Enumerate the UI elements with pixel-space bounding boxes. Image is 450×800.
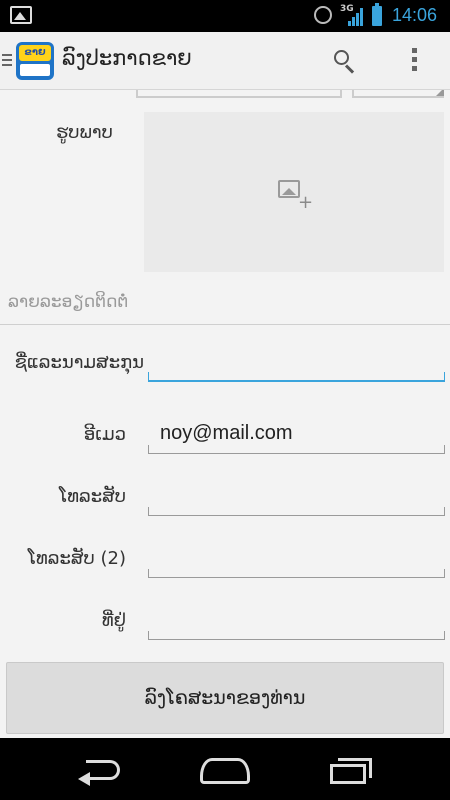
subcategory-spinner[interactable] (352, 90, 444, 98)
navigation-bar (0, 738, 450, 800)
category-spinner[interactable] (136, 90, 342, 98)
app-logo[interactable]: ຂາຍ (16, 42, 54, 80)
email-value: noy@mail.com (160, 422, 293, 444)
email-label: ອີເມວ (83, 424, 126, 445)
phone-label: ໂທລະສັບ (58, 486, 126, 507)
action-bar: ຂາຍ ລົງປະກາດຂາຍ (0, 32, 450, 90)
image-notification-icon (10, 6, 32, 24)
post-ad-form: ຮູບພາບ + ລາຍລະອຽດຕິດຕໍ່ ຊື່ແລະນາມສະກຸນ ອ… (0, 90, 450, 738)
status-time: 14:06 (392, 5, 438, 25)
menu-up-icon[interactable] (2, 54, 12, 68)
signal-icon (348, 8, 364, 26)
back-icon[interactable] (78, 760, 124, 786)
address-label: ທີ່ຢູ່ (101, 610, 126, 631)
overflow-menu-icon[interactable] (404, 46, 424, 76)
contact-section-header: ລາຍລະອຽດຕິດຕໍ່ (8, 292, 129, 312)
section-divider (0, 324, 450, 325)
recents-icon[interactable] (330, 758, 374, 784)
alarm-icon (314, 6, 332, 24)
name-field[interactable] (148, 346, 445, 382)
app-logo-text: ຂາຍ (19, 45, 51, 61)
photo-label: ຮູບພາບ (56, 122, 113, 143)
page-title: ລົງປະກາດຂາຍ (62, 46, 192, 70)
photo-picker[interactable]: + (144, 112, 444, 272)
status-bar: 3G 14:06 (0, 0, 450, 32)
address-field[interactable] (148, 604, 445, 640)
add-image-icon: + (276, 178, 313, 212)
search-icon[interactable] (330, 46, 360, 76)
home-icon[interactable] (200, 758, 250, 784)
name-label: ຊື່ແລະນາມສະກຸນ (14, 352, 144, 373)
phone2-label: ໂທລະສັບ (2) (27, 548, 126, 569)
email-field[interactable]: noy@mail.com (148, 418, 445, 454)
battery-icon (372, 3, 382, 26)
submit-ad-button[interactable]: ລົງໂຄສະນາຂອງທ່ານ (6, 662, 444, 734)
phone-field[interactable] (148, 480, 445, 516)
scrolled-spinners (0, 90, 450, 102)
logo-vehicles-icon (20, 64, 50, 76)
phone2-field[interactable] (148, 542, 445, 578)
